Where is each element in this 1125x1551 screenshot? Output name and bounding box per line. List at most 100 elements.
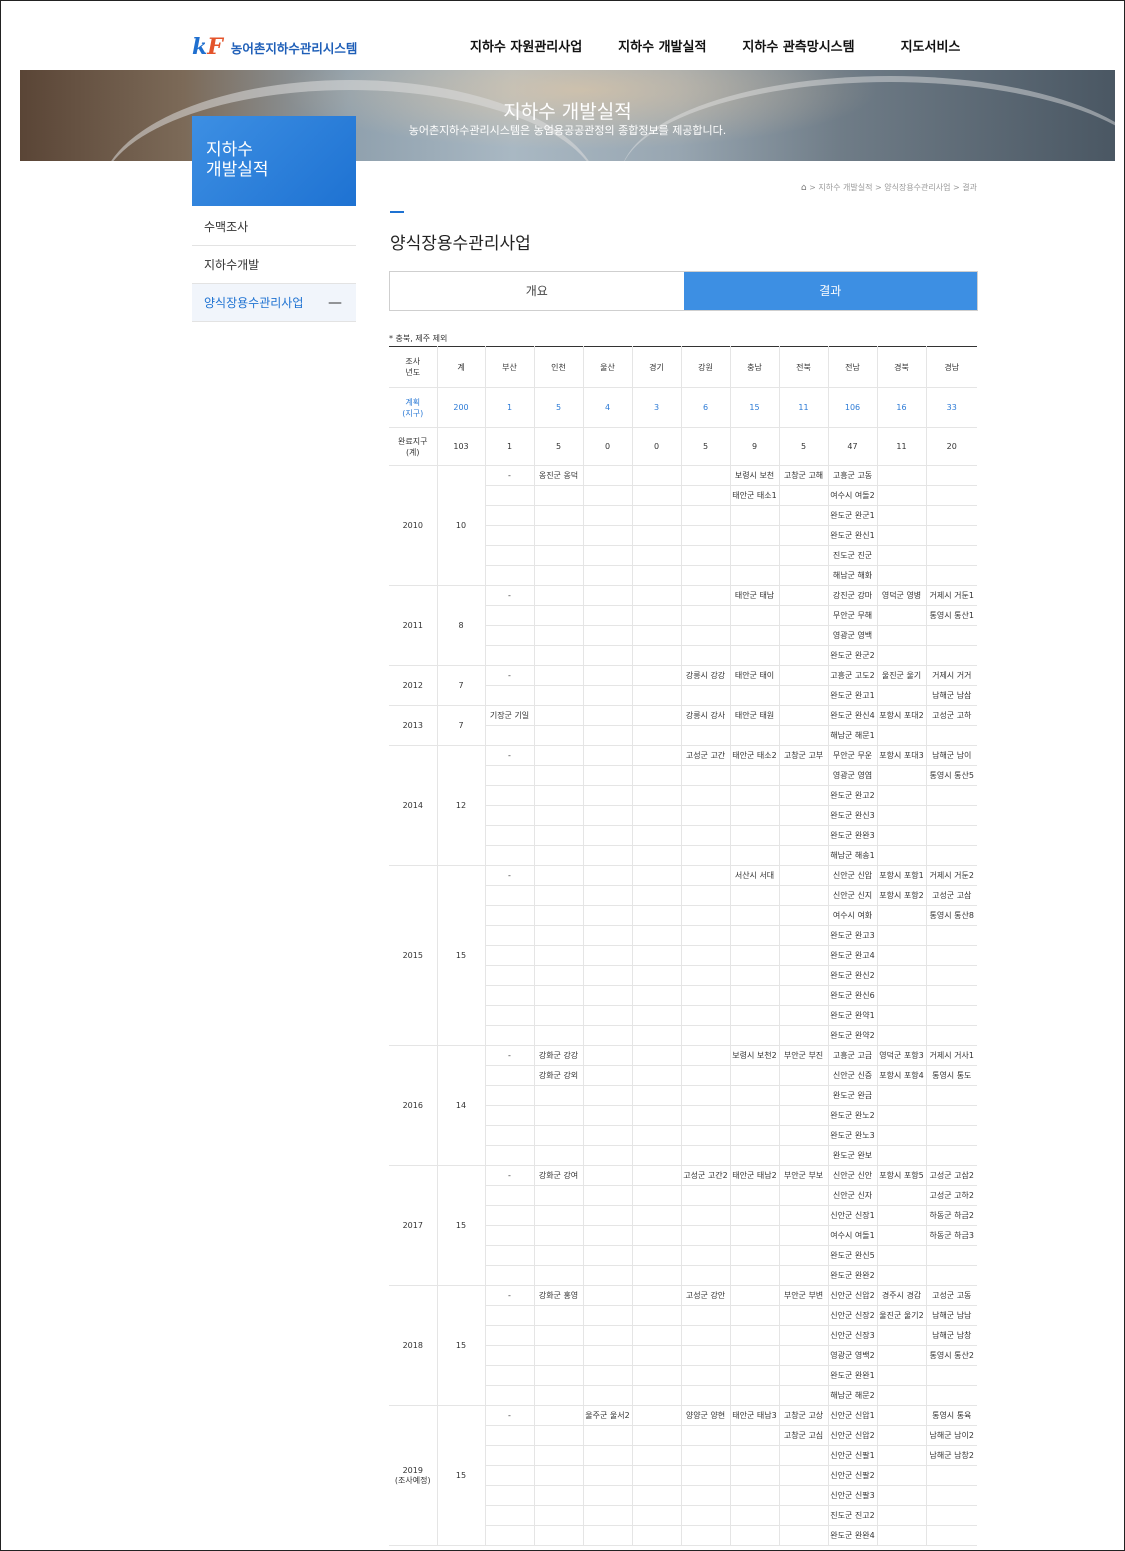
table-cell [926,1505,977,1526]
menu-monitoring-system[interactable]: 지하수 관측망시스템 [742,36,854,55]
table-cell [926,1385,977,1406]
table-cell [583,1245,633,1266]
table-cell [534,905,584,926]
table-cell: 47 [828,427,878,466]
table-cell: 영광군 영백2 [828,1345,878,1366]
column-header: 전북 [779,346,829,388]
table-cell [485,1425,535,1446]
table-cell: 경주시 경감 [877,1285,927,1306]
table-cell [583,885,633,906]
table-cell [534,805,584,826]
table-cell: 포항시 포항5 [877,1165,927,1186]
table-cell [730,1505,780,1526]
table-cell: 완도군 완군2 [828,645,878,666]
table-cell: 남해군 남남 [926,1305,977,1326]
table-cell [583,865,633,886]
table-cell [681,785,731,806]
table-cell [877,1265,927,1286]
table-cell: 고흥군 고동 [828,465,878,486]
table-cell [926,925,977,946]
table-cell [583,1425,633,1446]
table-cell [877,1345,927,1366]
sidebar-item-groundwater-development[interactable]: 지하수개발 [192,246,356,284]
table-cell: 보령시 보천2 [730,1045,780,1066]
sidebar-item-aquaculture[interactable]: 양식장용수관리사업 — [192,284,356,322]
table-cell [877,1085,927,1106]
table-cell [877,485,927,506]
table-cell [583,845,633,866]
column-header: 계 [437,346,486,388]
table-cell [583,625,633,646]
table-cell: 강릉시 강강 [681,665,731,686]
table-cell [632,1525,682,1546]
table-cell [534,1265,584,1286]
table-cell [583,1325,633,1346]
table-cell [583,1365,633,1386]
table-cell: 완도군 완고2 [828,785,878,806]
year-total-cell: 15 [437,1405,486,1546]
table-cell: 6 [681,387,731,428]
table-cell [779,685,829,706]
table-cell: 신안군 신압 [828,865,878,886]
tab-overview[interactable]: 개요 [390,272,684,310]
table-cell [779,1505,829,1526]
table-cell [583,1465,633,1486]
table-cell [485,1265,535,1286]
table-cell [877,785,927,806]
table-cell: 무안군 무해 [828,605,878,626]
table-cell [583,545,633,566]
table-cell [632,665,682,686]
table-cell [632,1305,682,1326]
results-table: 조사 년도 계 부산 인천 울산 경기 강원 충남 전북 전남 경북 경남 계획 (지구) 200 1 5 4 3 6… [389,346,977,1546]
table-cell [926,825,977,846]
table-cell [485,985,535,1006]
table-cell: 완도군 완약2 [828,1025,878,1046]
table-cell [485,1205,535,1226]
table-cell [632,565,682,586]
table-cell: 고성군 고간 [681,745,731,766]
table-cell [730,1285,780,1306]
table-cell: 15 [730,387,780,428]
site-logo[interactable]: kF 농어촌지하수관리시스템 [192,34,357,60]
table-cell [583,505,633,526]
table-cell [632,885,682,906]
menu-groundwater-resource[interactable]: 지하수 자원관리사업 [470,36,582,55]
table-cell [926,485,977,506]
table-cell: 신안군 신지 [828,885,878,906]
table-cell [681,485,731,506]
table-cell: 영덕군 포항3 [877,1045,927,1066]
table-cell [534,1445,584,1466]
menu-development-results[interactable]: 지하수 개발실적 [618,36,706,55]
collapse-icon[interactable]: — [328,284,342,322]
table-cell [779,565,829,586]
table-cell [632,865,682,886]
table-cell [583,1165,633,1186]
table-cell [485,1225,535,1246]
completed-row-label: 완료지구 (계) [389,427,438,466]
menu-map-service[interactable]: 지도서비스 [901,36,961,55]
table-cell [779,585,829,606]
table-cell: 부안군 부보 [779,1165,829,1186]
table-cell [583,465,633,486]
sidebar-item-vein-survey[interactable]: 수맥조사 [192,208,356,246]
table-cell [534,845,584,866]
table-cell [877,1485,927,1506]
table-cell [632,465,682,486]
table-cell: 해남군 해문1 [828,725,878,746]
table-cell: 완도군 완신6 [828,985,878,1006]
table-cell [877,825,927,846]
completed-row: 완료지구 (계) 103 1 5 0 0 5 9 5 47 11 20 [389,427,977,466]
table-cell: 남해군 남이 [926,745,977,766]
year-cell: 2010 [389,465,438,586]
table-cell [583,525,633,546]
tab-results[interactable]: 결과 [683,272,977,310]
table-cell [632,1385,682,1406]
table-cell [877,1445,927,1466]
table-cell [779,625,829,646]
year-cell: 2019 (조사예정) [389,1405,438,1546]
column-header: 조사 년도 [389,346,438,388]
table-cell: 신안군 신장3 [828,1325,878,1346]
table-cell: 완도군 완금 [828,1085,878,1106]
table-cell: 11 [877,427,927,466]
home-icon[interactable]: ⌂ [801,183,807,193]
